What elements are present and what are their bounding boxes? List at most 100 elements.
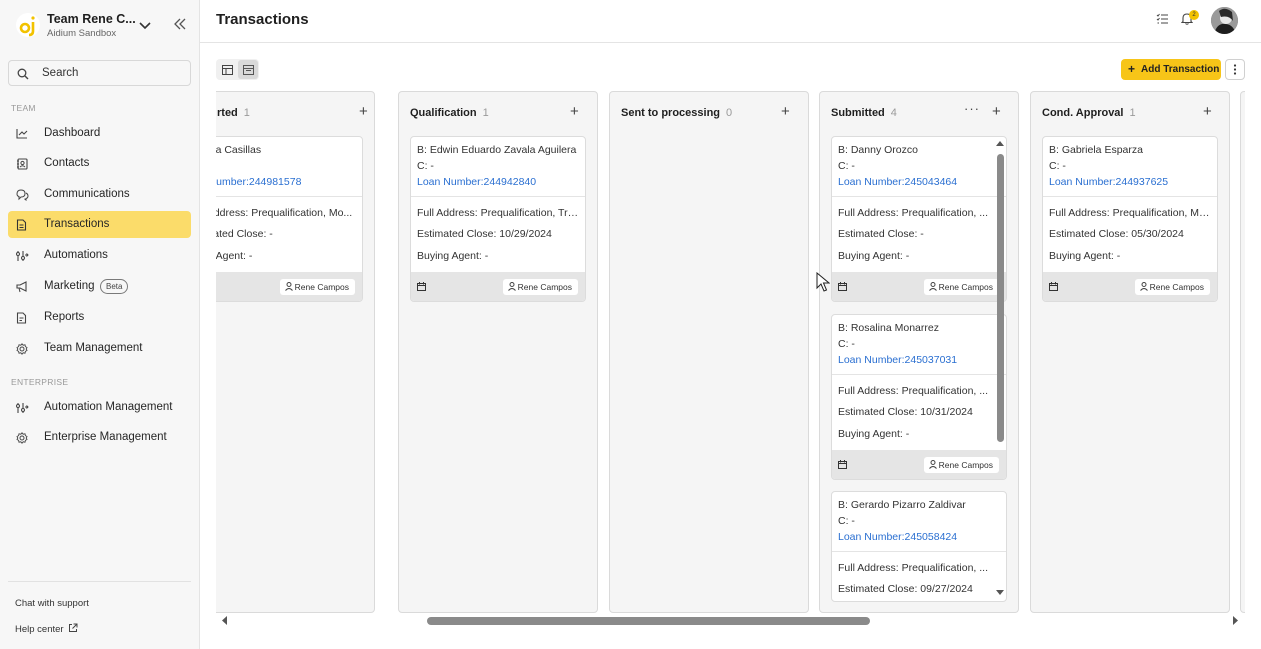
- sidebar-item-transactions[interactable]: Transactions: [8, 211, 191, 238]
- collapse-sidebar-icon[interactable]: [173, 17, 187, 31]
- team-subtitle: Aidium Sandbox: [47, 28, 117, 39]
- loan-number-link[interactable]: Loan Number:244942840: [417, 176, 581, 188]
- coborrower: C: -: [417, 160, 434, 172]
- scrollbar-thumb[interactable]: [997, 154, 1004, 442]
- board-view-button[interactable]: [238, 60, 258, 79]
- sidebar-item-communications[interactable]: Communications: [8, 181, 191, 208]
- sidebar-item-label: Dashboard: [44, 127, 101, 139]
- scroll-right-arrow-icon[interactable]: [1233, 616, 1239, 625]
- transaction-card[interactable]: B: Gabriela Esparza C: - Loan Number:244…: [1042, 136, 1218, 302]
- sidebar-item-team-management[interactable]: Team Management: [8, 335, 191, 362]
- estimated-close: Estimated Close: 05/30/2024: [1049, 228, 1184, 240]
- sidebar-item-dashboard[interactable]: Dashboard: [8, 120, 191, 147]
- sidebar-item-marketing[interactable]: Marketing Beta: [8, 273, 191, 300]
- borrower-name: Ofelia Casillas: [216, 144, 262, 156]
- calendar-icon[interactable]: [838, 282, 847, 291]
- borrower-name: B: Edwin Eduardo Zavala Aguilera: [417, 144, 577, 156]
- avatar[interactable]: [1211, 7, 1238, 34]
- calendar-icon[interactable]: [838, 460, 847, 469]
- task-list-icon[interactable]: [1156, 13, 1169, 25]
- external-link-icon: [68, 623, 78, 632]
- user-icon: [1139, 282, 1148, 291]
- automation-icon: [16, 251, 29, 261]
- assignee-chip[interactable]: Rene Campos: [502, 279, 578, 295]
- coborrower: C: -: [838, 515, 855, 527]
- column-title: Cond. Approval 1: [1042, 107, 1136, 119]
- column-count: 1: [1129, 107, 1136, 119]
- borrower-name: B: Danny Orozco: [838, 144, 918, 156]
- kanban-board: rted1 + Ofelia Casillas - an Number:2449…: [216, 91, 1245, 613]
- add-card-button[interactable]: +: [1203, 103, 1212, 120]
- loan-number-link[interactable]: Loan Number:245058424: [838, 531, 1002, 543]
- view-toggle: [216, 59, 259, 80]
- add-card-button[interactable]: +: [570, 103, 579, 120]
- transaction-card[interactable]: Ofelia Casillas - an Number:244981578 ul…: [216, 136, 363, 302]
- sidebar-divider: [8, 581, 191, 582]
- coborrower: C: -: [1049, 160, 1066, 172]
- gear-icon: [16, 432, 28, 444]
- assignee-chip[interactable]: Rene Campos: [923, 279, 999, 295]
- column-cond-approval: Cond. Approval 1 + B: Gabriela Esparza C:…: [1030, 91, 1230, 613]
- full-address: Full Address: Prequalification, ...: [838, 385, 988, 397]
- search-input[interactable]: Search: [8, 60, 191, 86]
- buying-agent: ying Agent: -: [216, 250, 253, 262]
- transaction-card[interactable]: B: Gerardo Pizarro Zaldivar C: - Loan Nu…: [831, 491, 1007, 602]
- full-address: Full Address: Prequalification, Tra...: [417, 207, 581, 219]
- card-footer: Rene Campos: [832, 272, 1006, 301]
- assignee-chip[interactable]: Rene Campos: [279, 279, 355, 295]
- card-footer: Rene Campos: [216, 272, 362, 301]
- transaction-card[interactable]: B: Edwin Eduardo Zavala Aguilera C: - Lo…: [410, 136, 586, 302]
- scroll-left-arrow-icon[interactable]: [221, 616, 227, 625]
- report-icon: [16, 312, 27, 324]
- team-switcher[interactable]: Team Rene C... Aidium Sandbox: [0, 0, 199, 50]
- sidebar: Team Rene C... Aidium Sandbox Search TEA…: [0, 0, 200, 649]
- transaction-card[interactable]: B: Rosalina Monarrez C: - Loan Number:24…: [831, 314, 1007, 480]
- add-card-button[interactable]: +: [359, 103, 368, 120]
- assignee-chip[interactable]: Rene Campos: [1134, 279, 1210, 295]
- sidebar-item-automations[interactable]: Automations: [8, 242, 191, 269]
- plus-icon: +: [1128, 62, 1136, 76]
- more-options-button[interactable]: [1225, 59, 1245, 80]
- user-icon: [928, 282, 937, 291]
- column-sent-to-processing: Sent to processing 0 +: [609, 91, 809, 613]
- chevron-down-icon[interactable]: [138, 18, 152, 32]
- column-scrollbar[interactable]: [996, 140, 1004, 602]
- sidebar-item-contacts[interactable]: Contacts: [8, 150, 191, 177]
- add-transaction-button[interactable]: + Add Transaction: [1121, 59, 1221, 80]
- scroll-down-arrow-icon[interactable]: [996, 590, 1004, 596]
- scroll-up-arrow-icon[interactable]: [996, 140, 1004, 146]
- chat-support-link[interactable]: Chat with support: [15, 598, 89, 609]
- estimated-close: Estimated Close: -: [838, 228, 924, 240]
- column-title: Submitted 4: [831, 107, 897, 119]
- assignee-chip[interactable]: Rene Campos: [923, 457, 999, 473]
- table-view-button[interactable]: [217, 60, 237, 79]
- search-placeholder: Search: [42, 67, 79, 79]
- loan-number-link[interactable]: an Number:244981578: [216, 176, 358, 188]
- buying-agent: Buying Agent: -: [838, 250, 910, 262]
- calendar-icon[interactable]: [417, 282, 426, 291]
- top-bar: Transactions 2: [200, 0, 1261, 43]
- column-count: 4: [890, 107, 897, 119]
- table-icon: [222, 65, 233, 75]
- column-title: Sent to processing 0: [621, 107, 733, 119]
- sidebar-item-reports[interactable]: Reports: [8, 304, 191, 331]
- notification-badge: 2: [1189, 10, 1199, 20]
- add-card-button[interactable]: +: [992, 103, 1001, 120]
- add-card-button[interactable]: +: [781, 103, 790, 120]
- team-section-label: TEAM: [11, 103, 36, 113]
- loan-number-link[interactable]: Loan Number:245037031: [838, 354, 1002, 366]
- loan-number-link[interactable]: Loan Number:245043464: [838, 176, 1002, 188]
- calendar-icon[interactable]: [1049, 282, 1058, 291]
- horizontal-scrollbar-thumb[interactable]: [427, 617, 870, 625]
- loan-number-link[interactable]: Loan Number:244937625: [1049, 176, 1213, 188]
- mouse-cursor-icon: [816, 272, 830, 292]
- column-title: rted 1: [217, 107, 250, 119]
- sidebar-item-label: Automation Management: [44, 401, 173, 413]
- sidebar-item-label: Team Management: [44, 342, 143, 354]
- column-menu-button[interactable]: ···: [964, 101, 980, 116]
- help-center-link[interactable]: Help center: [15, 623, 78, 635]
- transaction-card[interactable]: B: Danny Orozco C: - Loan Number:2450434…: [831, 136, 1007, 302]
- sidebar-item-enterprise-management[interactable]: Enterprise Management: [8, 424, 191, 451]
- sidebar-item-automation-management[interactable]: Automation Management: [8, 394, 191, 421]
- estimated-close: stimated Close: -: [216, 228, 273, 240]
